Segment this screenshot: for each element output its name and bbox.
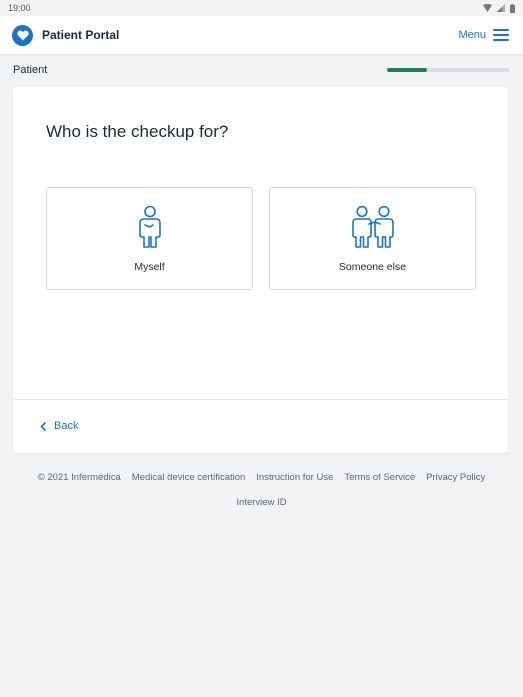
option-label: Myself — [134, 261, 165, 273]
question-card: Who is the checkup for? Myself Someone e… — [13, 87, 508, 453]
status-time: 19:00 — [8, 3, 31, 13]
heart-icon — [12, 24, 33, 46]
section-label: Patient — [13, 64, 48, 76]
app-header: Patient Portal Menu — [0, 16, 523, 54]
back-label: Back — [54, 420, 79, 432]
battery-icon — [510, 3, 515, 13]
footer-link-privacy[interactable]: Privacy Policy — [426, 472, 485, 483]
footer-link-instructions[interactable]: Instruction for Use — [256, 472, 333, 483]
brand[interactable]: Patient Portal — [12, 24, 120, 46]
signal-icon — [497, 4, 505, 12]
status-bar: 19:00 — [0, 0, 523, 16]
card-divider — [13, 399, 508, 400]
option-someone-else[interactable]: Someone else — [269, 187, 476, 290]
option-myself[interactable]: Myself — [46, 187, 253, 290]
answer-options: Myself Someone else — [46, 187, 476, 290]
menu-button[interactable]: Menu — [458, 29, 509, 41]
status-icons — [483, 3, 515, 13]
question-title: Who is the checkup for? — [46, 122, 229, 141]
hamburger-icon — [493, 29, 509, 41]
single-person-icon — [137, 205, 163, 249]
progress-bar — [387, 68, 509, 72]
footer-link-terms[interactable]: Terms of Service — [344, 472, 415, 483]
two-people-icon — [350, 205, 396, 249]
interview-id: Interview ID — [236, 497, 287, 508]
footer-link-certification[interactable]: Medical device certification — [132, 472, 246, 483]
footer: © 2021 Infermedica Medical device certif… — [0, 472, 523, 508]
wifi-icon — [483, 4, 492, 12]
menu-label: Menu — [458, 29, 486, 41]
progress-fill — [387, 68, 428, 72]
option-label: Someone else — [338, 261, 407, 273]
footer-links: © 2021 Infermedica Medical device certif… — [38, 472, 486, 483]
back-button[interactable]: Back — [40, 420, 78, 432]
subheader: Patient — [0, 54, 523, 86]
chevron-left-icon — [40, 421, 46, 431]
copyright: © 2021 Infermedica — [37, 472, 121, 483]
app-title: Patient Portal — [42, 28, 120, 42]
